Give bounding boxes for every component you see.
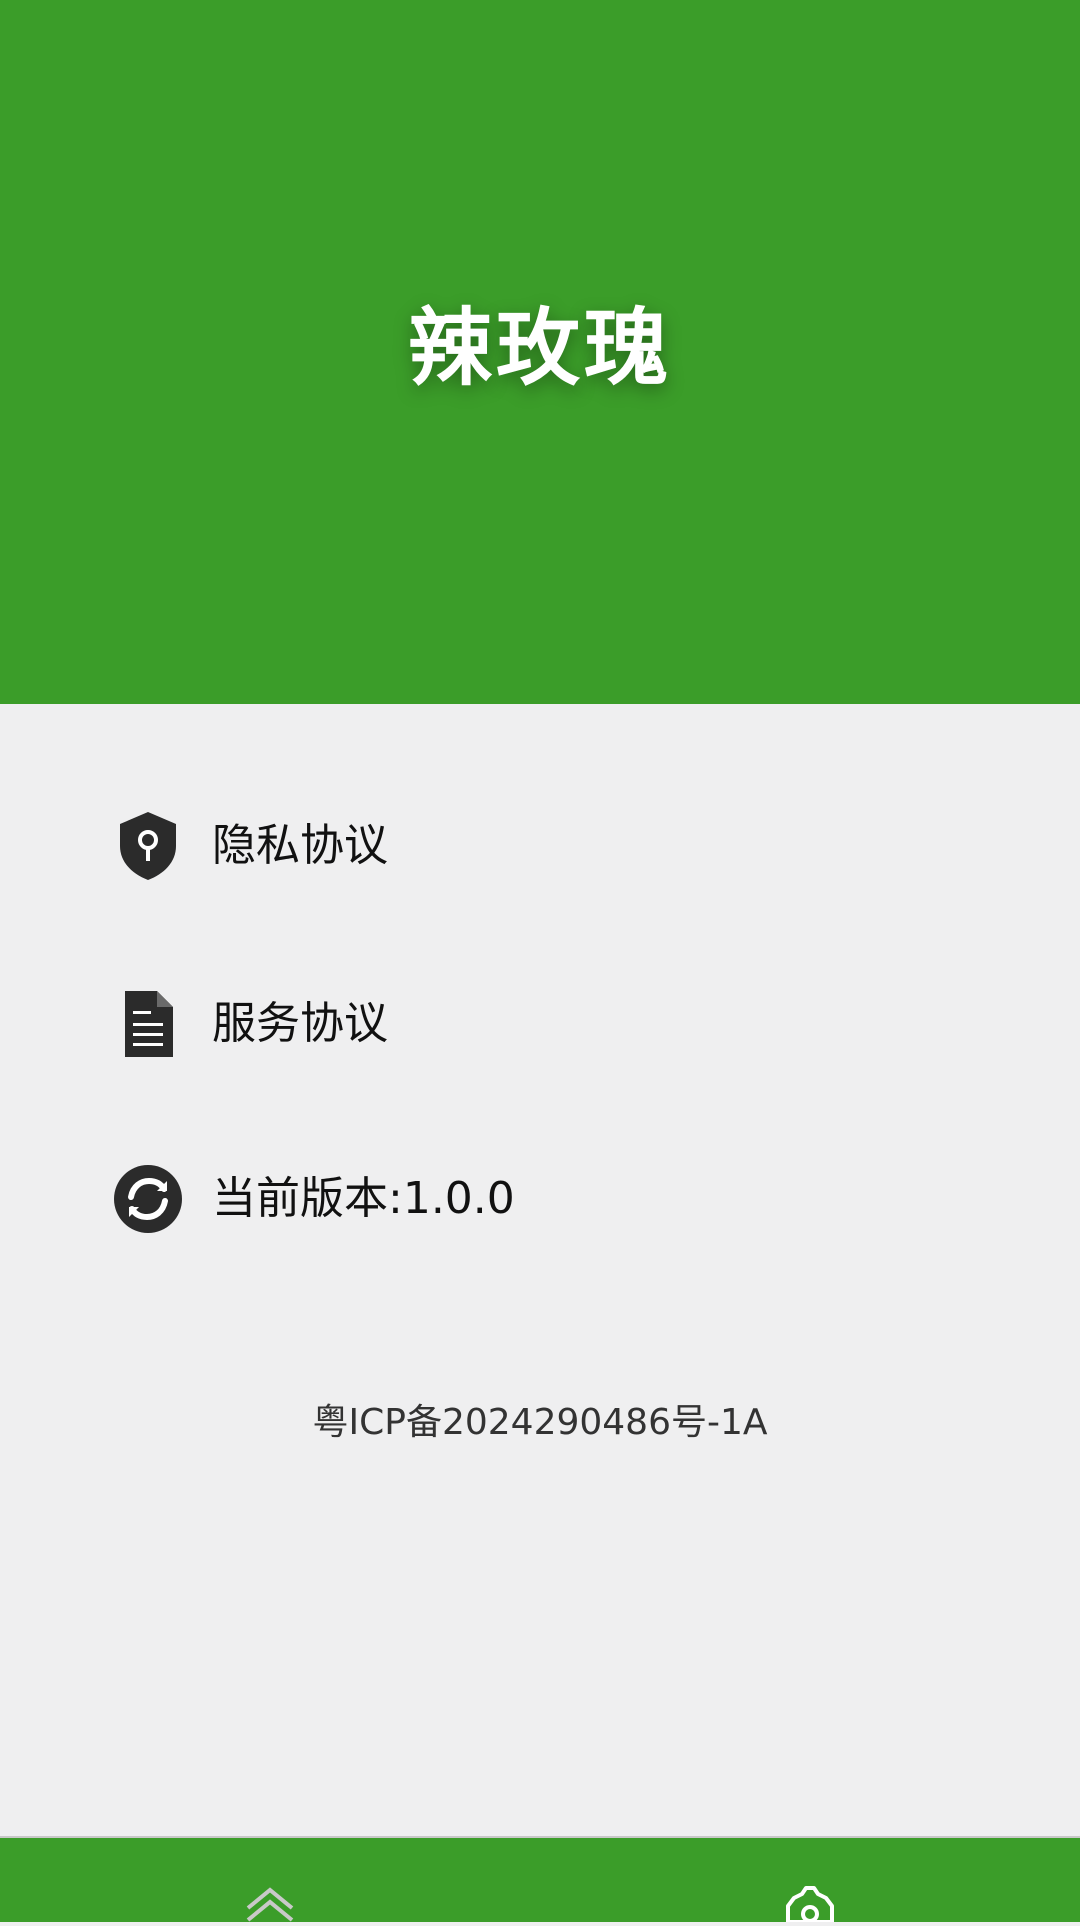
app-title: 辣玫瑰 <box>407 299 672 397</box>
menu-item-label: 隐私协议 <box>212 820 388 871</box>
refresh-icon <box>112 1159 184 1239</box>
icp-license-text: 粤ICP备2024290486号-1A <box>312 1402 768 1443</box>
menu-item-label: 当前版本:1.0.0 <box>212 1173 515 1224</box>
gear-icon <box>780 1886 840 1926</box>
double-chevron-up-icon <box>244 1886 296 1926</box>
menu-item-privacy-policy[interactable]: 隐私协议 <box>112 806 388 886</box>
header-banner: 辣玫瑰 <box>0 0 1080 704</box>
menu-item-label: 服务协议 <box>212 998 388 1049</box>
shield-lock-icon <box>112 806 184 886</box>
menu-item-current-version[interactable]: 当前版本:1.0.0 <box>112 1159 515 1239</box>
document-icon <box>112 984 184 1064</box>
bottom-navigation-bar <box>0 1836 1080 1924</box>
nav-tab-settings[interactable] <box>540 1838 1080 1924</box>
menu-item-service-agreement[interactable]: 服务协议 <box>112 984 388 1064</box>
nav-tab-home[interactable] <box>0 1838 540 1922</box>
